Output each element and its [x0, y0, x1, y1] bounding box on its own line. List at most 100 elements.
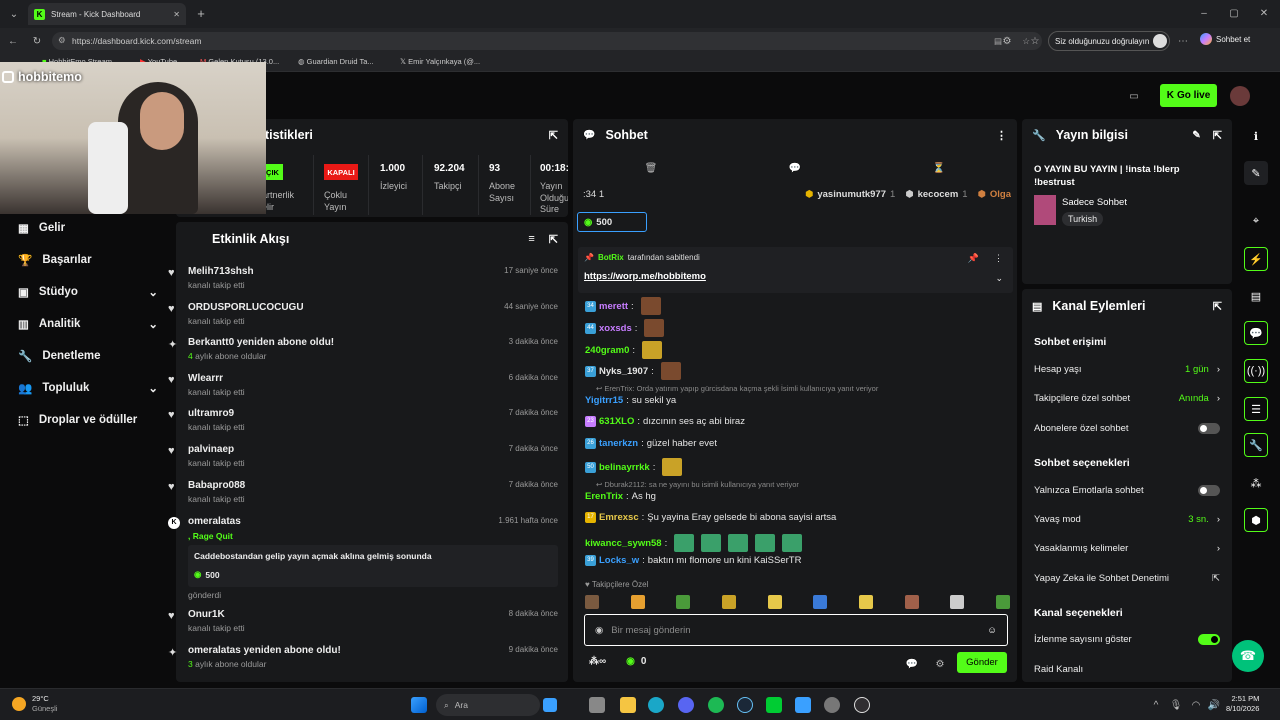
chat-input[interactable]: ◉ Bir mesaj gönderin ☺ [584, 614, 1008, 646]
wrench-icon[interactable]: 🔧 [1244, 433, 1268, 457]
folder-icon[interactable] [620, 697, 636, 713]
send-button[interactable]: Gönder [957, 652, 1007, 673]
chat-username[interactable]: kiwancc_sywn58 [585, 538, 662, 549]
reload-icon[interactable]: ↻ [30, 33, 44, 49]
favorites-icon[interactable]: ☆ [1028, 33, 1042, 49]
chat-username[interactable]: Yigitrr15 [585, 395, 623, 406]
obs-icon[interactable] [854, 697, 870, 713]
pinned-menu-icon[interactable]: ⋮ [994, 253, 1003, 264]
list-icon[interactable]: ☰ [1244, 397, 1268, 421]
user-avatar[interactable] [1230, 86, 1250, 106]
chat-menu-icon[interactable]: ⋮ [996, 129, 1007, 142]
banned-words-row[interactable]: Yasaklanmış kelimeler › [1034, 543, 1220, 554]
copilot-button[interactable]: Sohbet et [1200, 33, 1250, 45]
chat-username[interactable]: belinayrrkk [599, 462, 650, 473]
wifi-icon[interactable]: ◠ [1190, 697, 1202, 713]
notepad-icon[interactable] [795, 697, 811, 713]
browser-tab[interactable]: K Stream - Kick Dashboard ✕ [28, 3, 186, 25]
taskview-icon[interactable] [589, 697, 605, 713]
popout-icon[interactable]: ⇱ [549, 129, 558, 142]
sidebar-item-studio[interactable]: ▣ Stüdyo ⌄ [18, 285, 158, 299]
start-icon[interactable] [411, 697, 427, 713]
chat-username[interactable]: 240gram0 [585, 345, 629, 356]
trash-icon[interactable]: 🗑 [644, 161, 658, 175]
chat-bubble-icon[interactable]: 💬 [1244, 321, 1268, 345]
followers-only-row[interactable]: Takipçilere özel sohbet Anında › [1034, 393, 1220, 404]
ai-moderation-row[interactable]: Yapay Zeka ile Sohbet Denetimi ⇱ [1034, 573, 1220, 584]
sidebar-item-analytics[interactable]: ▥ Analitik ⌄ [18, 317, 158, 331]
chat-username[interactable]: Nyks_1907 [599, 366, 648, 377]
popout-icon[interactable]: ⇱ [549, 233, 558, 246]
emote-picker-item[interactable] [813, 595, 828, 609]
kicks-counter[interactable]: ◉ 500 [577, 212, 647, 232]
emote-picker-item[interactable] [995, 595, 1010, 609]
emoji-icon[interactable]: ☺ [987, 625, 997, 636]
emote-picker-item[interactable] [630, 595, 645, 609]
raid-row[interactable]: Raid Kanalı [1034, 664, 1220, 675]
extensions-icon[interactable]: ⚙ [1000, 33, 1014, 49]
edit-icon[interactable]: ✎ [1244, 161, 1268, 185]
emote-picker-item[interactable] [904, 595, 919, 609]
chat-bubble-icon[interactable]: 💬 [905, 657, 919, 671]
subs-only-toggle[interactable] [1198, 423, 1220, 434]
emote-picker-item[interactable] [858, 595, 873, 609]
bookmark-item[interactable]: 𝕏 Emir Yalçınkaya (@... [400, 57, 480, 66]
emote-picker-item[interactable] [767, 595, 782, 609]
pinned-link[interactable]: https://worp.me/hobbitemo [584, 271, 706, 282]
emote-picker-item[interactable] [676, 595, 691, 609]
discord-icon[interactable] [678, 697, 694, 713]
close-window-icon[interactable]: ✕ [1256, 5, 1272, 21]
clock[interactable]: 2:51 PM 8/10/2026 [1226, 694, 1259, 714]
popout-icon[interactable]: ⇱ [1213, 300, 1222, 313]
hourglass-icon[interactable]: ⏳ [932, 161, 946, 175]
filter-icon[interactable]: ≡ [528, 233, 534, 245]
sidebar-item-community[interactable]: 👥 Topluluk ⌄ [18, 381, 158, 395]
bookmark-item[interactable]: ◍ Guardian Druid Ta... [298, 57, 374, 66]
chat-username[interactable]: 631XLO [599, 416, 634, 427]
unpin-icon[interactable]: 📌 [968, 253, 979, 264]
bot-icon[interactable]: ⌖ [1244, 209, 1268, 233]
mic-icon[interactable]: 🎙 [1170, 697, 1183, 713]
new-tab-icon[interactable]: + [194, 5, 208, 21]
tab-close-icon[interactable]: ✕ [173, 10, 180, 19]
channel-points-icon[interactable]: ⁂∞ [589, 656, 606, 667]
chat-username[interactable]: tanerkzn [599, 438, 638, 449]
mail-app-icon[interactable] [543, 698, 557, 712]
go-live-button[interactable]: K Go live [1160, 84, 1217, 107]
url-field[interactable]: ⚙ https://dashboard.kick.com/stream ▤ ☆ [52, 32, 1042, 50]
slow-mode-row[interactable]: Yavaş mod 3 sn. › [1034, 514, 1220, 525]
category-name[interactable]: Sadece Sohbet [1062, 197, 1127, 208]
maximize-icon[interactable]: ▢ [1226, 5, 1242, 21]
info-icon[interactable]: ℹ [1244, 124, 1268, 148]
bolt-icon[interactable]: ⚡ [1244, 247, 1268, 271]
minimize-icon[interactable]: – [1196, 5, 1212, 21]
terminal-icon[interactable] [766, 697, 782, 713]
edit-icon[interactable]: ✎ [1192, 130, 1200, 141]
chat-username[interactable]: merett [599, 301, 628, 312]
emote-only-toggle[interactable] [1198, 485, 1220, 496]
tray-chevron-icon[interactable]: ^ [1150, 697, 1162, 713]
tab-list-icon[interactable]: ⌄ [6, 6, 22, 22]
taskbar-search[interactable]: ⌕ Ara [436, 694, 540, 716]
broadcast-icon[interactable]: ((·)) [1244, 359, 1268, 383]
spotify-icon[interactable] [708, 697, 724, 713]
layout-icon[interactable]: ▭ [1126, 88, 1142, 104]
settings-icon[interactable] [824, 697, 840, 713]
chat-username[interactable]: xoxsds [599, 323, 632, 334]
chat-username[interactable]: Emrexsc [599, 512, 639, 523]
chat-settings-icon[interactable]: 💬 [788, 161, 802, 175]
more-menu-icon[interactable]: ⋯ [1176, 33, 1190, 49]
emote-picker-item[interactable] [721, 595, 736, 609]
emote-picker-item[interactable] [950, 595, 965, 609]
popout-icon[interactable]: ⇱ [1213, 129, 1222, 142]
gear-icon[interactable]: ⚙ [933, 657, 947, 671]
back-icon[interactable]: ← [6, 33, 20, 49]
emote-picker-item[interactable] [585, 595, 599, 609]
edge-icon[interactable] [648, 697, 664, 713]
document-icon[interactable]: ▤ [1244, 284, 1268, 308]
sidebar-item-achievements[interactable]: 🏆 Başarılar [18, 253, 92, 267]
steam-icon[interactable] [737, 697, 753, 713]
chat-username[interactable]: ErenTrix [585, 491, 623, 502]
share-icon[interactable]: ⁂ [1244, 471, 1268, 495]
show-viewers-toggle[interactable] [1198, 634, 1220, 645]
